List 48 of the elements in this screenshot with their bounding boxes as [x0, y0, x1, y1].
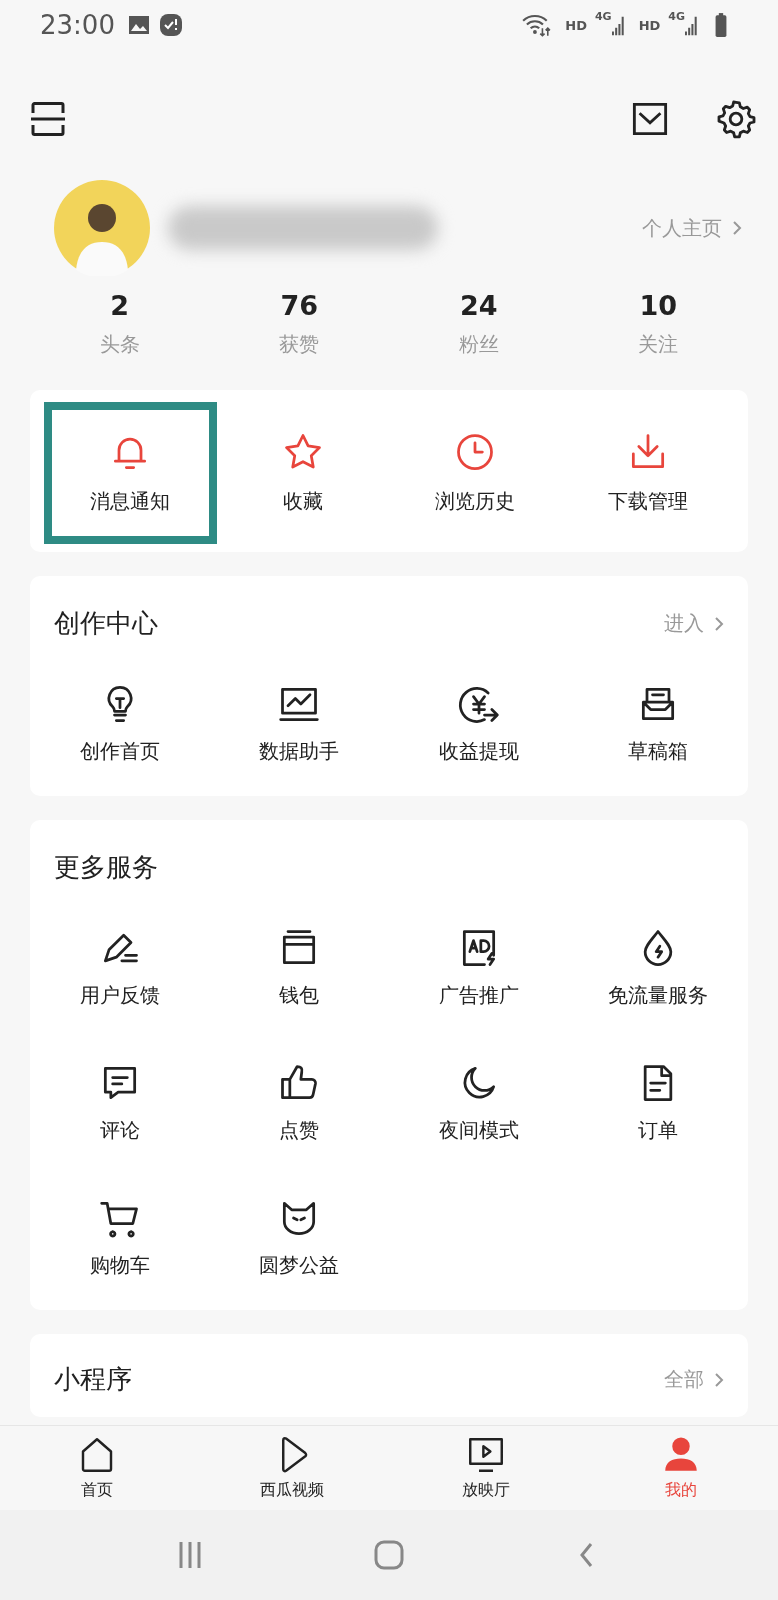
- quick-action[interactable]: 浏览历史: [389, 402, 562, 544]
- scan-icon[interactable]: [30, 101, 66, 137]
- home-button-icon[interactable]: [374, 1540, 404, 1570]
- hd-label: HD: [638, 17, 661, 33]
- network-type: 4G: [668, 10, 685, 23]
- battery-icon: [714, 12, 728, 38]
- wifi-icon: [521, 12, 552, 38]
- section-title: 小程序: [54, 1363, 132, 1396]
- stat-value[interactable]: 10: [639, 290, 678, 321]
- service-item[interactable]: 圆梦公益: [209, 1195, 389, 1280]
- quick-action[interactable]: 下载管理: [561, 402, 734, 544]
- creator-tool[interactable]: 数据助手: [209, 681, 389, 766]
- section-title: 创作中心: [54, 607, 158, 640]
- clock-time: 23:00: [40, 10, 115, 40]
- service-item[interactable]: 用户反馈: [30, 925, 210, 1010]
- creator-tool[interactable]: 草稿箱: [568, 681, 748, 766]
- quick-action[interactable]: 收藏: [216, 402, 389, 544]
- creator-tool[interactable]: 创作首页: [30, 681, 210, 766]
- chevron-right-icon: [732, 220, 742, 236]
- service-item[interactable]: 点赞: [209, 1060, 389, 1145]
- chevron-right-icon: [714, 615, 724, 632]
- service-item[interactable]: 免流量服务: [568, 925, 748, 1010]
- section-title: 更多服务: [54, 851, 158, 884]
- tab[interactable]: 我的: [583, 1426, 778, 1510]
- network-type: 4G: [594, 10, 612, 23]
- service-item[interactable]: 评论: [30, 1060, 210, 1145]
- settings-icon[interactable]: [716, 99, 756, 139]
- notification-badge-icon: [158, 13, 183, 37]
- hd-label: HD: [565, 17, 587, 33]
- chevron-right-icon: [714, 1371, 724, 1388]
- tab[interactable]: 放映厅: [389, 1426, 584, 1510]
- stat-value[interactable]: 76: [280, 290, 319, 321]
- image-icon: [126, 13, 151, 37]
- service-item[interactable]: 订单: [568, 1060, 748, 1145]
- stat-value[interactable]: 2: [110, 290, 130, 321]
- signal-icon: [685, 14, 698, 36]
- stat-value[interactable]: 24: [459, 290, 498, 321]
- avatar[interactable]: [54, 180, 150, 276]
- service-item[interactable]: 广告推广: [389, 925, 569, 1010]
- tab[interactable]: 首页: [0, 1426, 195, 1510]
- tab[interactable]: 西瓜视频: [194, 1426, 389, 1510]
- service-item[interactable]: 夜间模式: [389, 1060, 569, 1145]
- signal-icon: [611, 14, 625, 36]
- service-item[interactable]: 购物车: [30, 1195, 210, 1280]
- quick-action[interactable]: 消息通知: [44, 402, 217, 544]
- service-item[interactable]: 钱包: [209, 925, 389, 1010]
- creator-tool[interactable]: 收益提现: [389, 681, 569, 766]
- mail-icon[interactable]: [632, 101, 668, 137]
